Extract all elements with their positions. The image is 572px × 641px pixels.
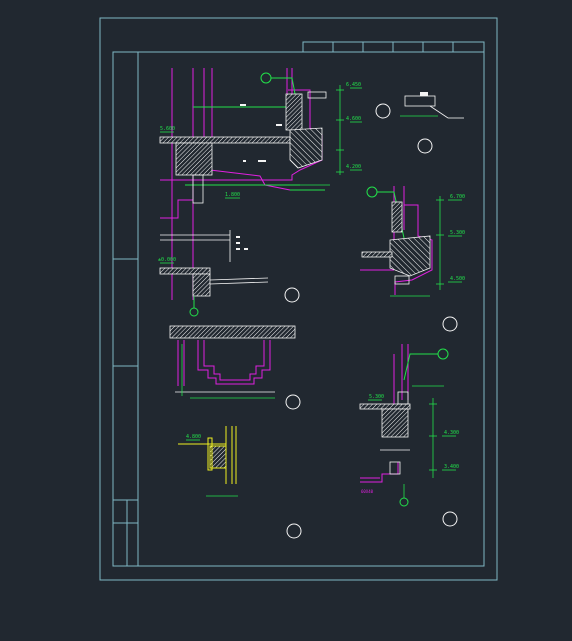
d1-elev-top: 6.450 — [346, 82, 361, 88]
d6-elev-slab: 5.300 — [369, 394, 384, 400]
detail-6-section: 5.300 4.300 3.400 60X40 — [359, 344, 459, 527]
d2-elev-top: 6.700 — [450, 194, 465, 200]
detail-5-section: 4.800 — [178, 426, 302, 539]
d1-elev-mid: 4.600 — [346, 116, 361, 122]
detail-callout-2 — [442, 316, 458, 332]
detail-callout-6 — [442, 511, 458, 527]
d2-elev-low: 4.500 — [450, 276, 465, 282]
detail-callout-1 — [284, 287, 300, 303]
d1-elev-sill: 1.800 — [225, 192, 240, 198]
detail-callout-5 — [286, 523, 302, 539]
detail-small-bracket — [375, 92, 464, 154]
detail-callout-3 — [285, 394, 301, 410]
d5-elev: 4.800 — [186, 434, 201, 440]
d2-elev-mid: 5.300 — [450, 230, 465, 236]
d1-elev-slab: 5.600 — [160, 126, 175, 132]
detail-1-section: 6.450 4.600 4.200 5.600 1.800 ±0.000 — [158, 68, 362, 317]
detail-callout-b — [417, 138, 433, 154]
detail-2-section: 6.700 5.300 4.500 — [360, 186, 465, 332]
d1-elev-base: ±0.000 — [158, 257, 176, 263]
d1-elev-low: 4.200 — [346, 164, 361, 170]
d6-elev-mid: 4.300 — [444, 430, 459, 436]
detail-3-section — [169, 325, 301, 410]
d6-elev-low: 3.400 — [444, 464, 459, 470]
cad-drawing-canvas: 6.450 4.600 4.200 5.600 1.800 ±0.000 6.7… — [99, 17, 498, 581]
detail-callout-a — [375, 103, 391, 119]
title-strip — [302, 41, 485, 53]
d6-note: 60X40 — [361, 489, 374, 494]
